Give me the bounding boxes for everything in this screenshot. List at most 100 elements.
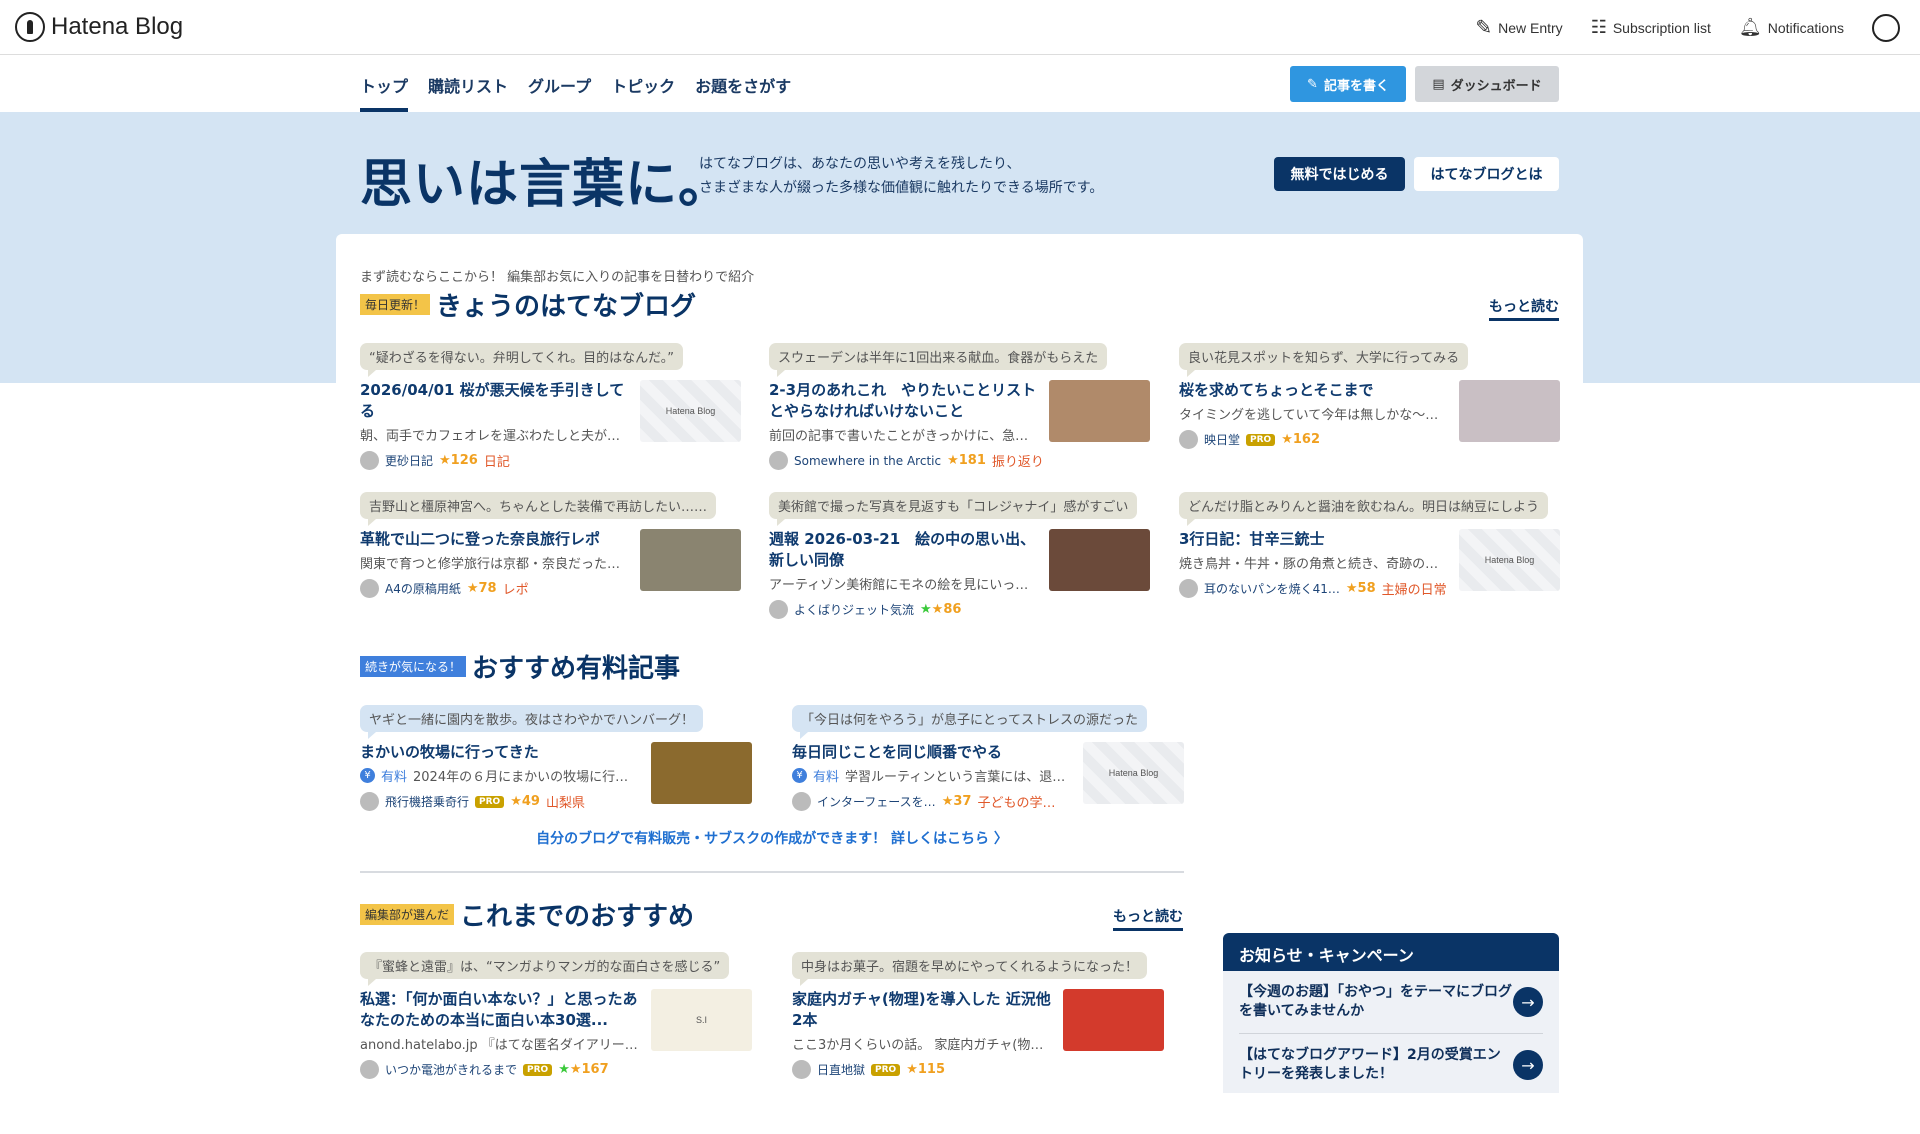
hatena-logo-icon — [15, 12, 45, 42]
section-title: きょうのはてなブログ — [436, 292, 697, 322]
today-heading: 毎日更新！ きょうのはてなブログ — [360, 286, 696, 323]
category-tag[interactable]: 振り返り — [992, 451, 1044, 470]
entry-thumbnail[interactable]: S.I — [651, 989, 752, 1051]
entry-title[interactable]: 革靴で山二つに登った奈良旅行レポ — [360, 529, 630, 550]
entry-comment-bubble: 吉野山と橿原神宮へ。ちゃんとした装備で再訪したい…… — [360, 492, 717, 526]
past-more-link[interactable]: もっと読む — [1113, 906, 1183, 931]
tab-subscriptions[interactable]: 購読リスト — [428, 56, 508, 112]
entry-thumbnail[interactable] — [1049, 380, 1150, 442]
entry-description: 関東で育つと修学旅行は京都・奈良だった… — [360, 557, 621, 572]
entry-description: タイミングを逃していて今年は無しかな〜… — [1179, 408, 1439, 423]
star-value: ★37 — [941, 794, 972, 809]
entry-thumbnail[interactable] — [1063, 989, 1164, 1051]
blog-name[interactable]: よくばりジェット気流 — [794, 601, 914, 618]
bell-icon: 🔔︎ — [1738, 17, 1762, 37]
past-heading: 編集部が選んだ これまでのおすすめ — [360, 896, 694, 933]
green-star-icon: ★ — [558, 1062, 570, 1077]
dashboard-icon: ▤ — [1432, 76, 1445, 92]
hero-desc-line: はてなブログは、あなたの思いや考えを残したり、 — [699, 156, 1021, 172]
entry-title[interactable]: 毎日同じことを同じ順番でやる — [792, 742, 1073, 763]
entry-title[interactable]: 私選：「何か面白い本ない？」と思ったあなたのための本当に面白い本30選... — [360, 989, 641, 1031]
entry-thumbnail[interactable] — [651, 742, 752, 804]
entry-meta: 映日堂 PRO ★162 — [1179, 430, 1449, 449]
category-tag[interactable]: レポ — [503, 579, 529, 598]
blog-name[interactable]: 日直地獄 — [817, 1061, 865, 1078]
notifications-label: Notifications — [1767, 19, 1844, 36]
blog-name[interactable]: Somewhere in the Arctic — [794, 454, 941, 468]
entry-meta: A4の原稿用紙 ★78 レポ — [360, 579, 630, 598]
about-hatena-blog-button[interactable]: はてなブログとは — [1414, 157, 1559, 191]
entry-comment-bubble: 良い花見スポットを知らず、大学に行ってみる — [1179, 343, 1469, 377]
subscription-icon: ☷ — [1590, 17, 1607, 37]
today-more-link[interactable]: もっと読む — [1489, 296, 1559, 321]
star-count: ★49 — [510, 794, 540, 809]
blog-name[interactable]: 耳のないパンを焼く41… — [1204, 580, 1340, 597]
entry-thumbnail[interactable] — [1049, 529, 1150, 591]
pencil-icon: ✎ — [1475, 17, 1493, 39]
user-menu-button[interactable] — [1872, 13, 1900, 42]
entry-thumbnail[interactable]: Hatena Blog — [1083, 742, 1184, 804]
tab-find-themes[interactable]: お題をさがす — [695, 56, 791, 112]
entry-title[interactable]: 週報 2026-03-21 絵の中の思い出、新しい同僚 — [769, 529, 1039, 571]
entry-description: アーティゾン美術館にモネの絵を見にいっ… — [769, 578, 1029, 593]
star-count: ★181 — [947, 453, 986, 468]
blog-name[interactable]: A4の原稿用紙 — [385, 580, 461, 597]
hatena-blog-logo[interactable]: Hatena Blog — [15, 12, 183, 42]
blog-avatar — [360, 579, 379, 598]
tab-top[interactable]: トップ — [360, 56, 409, 112]
write-article-button[interactable]: ✎ 記事を書く — [1290, 66, 1406, 102]
entry-thumbnail[interactable]: Hatena Blog — [1459, 529, 1560, 591]
blog-name[interactable]: いつか電池がきれるまで — [385, 1061, 517, 1078]
star-count: ★78 — [467, 581, 497, 596]
entry-card: 吉野山と橿原神宮へ。ちゃんとした装備で再訪したい…… 革靴で山二つに登った奈良旅行… — [360, 492, 741, 598]
subscription-list-button[interactable]: ☷ Subscription list — [1591, 17, 1711, 38]
subscription-label: Subscription list — [1612, 19, 1711, 36]
star-value: ★49 — [510, 794, 540, 809]
entry-thumbnail[interactable] — [1459, 380, 1560, 442]
entry-title[interactable]: 3行日記：甘辛三銃士 — [1179, 529, 1449, 550]
campaign-item[interactable]: 【はてなブログアワード】2月の受賞エントリーを発表しました！ → — [1239, 1034, 1543, 1093]
dashboard-button[interactable]: ▤ ダッシュボード — [1415, 66, 1559, 102]
entry-description: ここ3か月くらいの話。 家庭内ガチャ(物理)を… — [792, 1038, 1053, 1053]
user-avatar-icon — [1872, 13, 1900, 42]
blog-name[interactable]: インターフェースを… — [817, 793, 936, 810]
entry-thumbnail[interactable] — [640, 529, 741, 591]
paid-info-link[interactable]: 自分のブログで有料販売・サブスクの作成ができます！ 詳しくはこちら 〉 — [360, 828, 1184, 848]
tab-topics[interactable]: トピック — [611, 56, 675, 112]
blog-name[interactable]: 更砂日記 — [385, 452, 433, 469]
star-count: ★★86 — [920, 602, 961, 617]
entry-meta: 更砂日記 ★126 日記 — [360, 451, 630, 470]
thumbnail-text: Hatena Blog — [1484, 555, 1535, 565]
start-free-button[interactable]: 無料ではじめる — [1274, 157, 1405, 191]
entry-card: 良い花見スポットを知らず、大学に行ってみる桜を求めてちょっとそこまでタイミングを… — [1179, 343, 1560, 449]
category-tag[interactable]: 山梨県 — [546, 792, 585, 811]
blog-name[interactable]: 映日堂 — [1204, 431, 1240, 448]
new-entry-button[interactable]: ✎ New Entry — [1475, 15, 1562, 40]
star-value: ★162 — [1281, 432, 1320, 447]
blog-name[interactable]: 飛行機搭乗奇行 — [385, 793, 469, 810]
blog-avatar — [769, 451, 788, 470]
entry-meta: よくばりジェット気流 ★★86 — [769, 600, 1039, 619]
entry-title[interactable]: 家庭内ガチャ(物理)を導入した 近況他2本 — [792, 989, 1053, 1031]
entry-title[interactable]: 2026/04/01 桜が悪天候を手引きしてる — [360, 380, 630, 422]
tab-groups[interactable]: グループ — [528, 56, 591, 112]
entry-title[interactable]: まかいの牧場に行ってきた — [360, 742, 641, 763]
category-tag[interactable]: 子どもの学… — [977, 792, 1055, 811]
notifications-button[interactable]: 🔔︎ Notifications — [1739, 17, 1844, 38]
entry-description: 前回の記事で書いたことがきっかけに、急… — [769, 429, 1029, 444]
category-tag[interactable]: 主婦の日常 — [1382, 579, 1447, 598]
entry-thumbnail[interactable]: Hatena Blog — [640, 380, 741, 442]
logo-text: Hatena Blog — [51, 13, 184, 40]
thumbnail-text: S.I — [695, 1015, 707, 1025]
entry-title[interactable]: 桜を求めてちょっとそこまで — [1179, 380, 1449, 401]
category-tag[interactable]: 日記 — [484, 451, 510, 470]
entry-comment-bubble: 「今日は何をやろう」が息子にとってストレスの源だった — [792, 705, 1147, 739]
star-value: ★86 — [931, 602, 962, 617]
star-count: ★58 — [1346, 581, 1376, 596]
campaign-item[interactable]: 【今週のお題】「おやつ」をテーマにブログを書いてみませんか → — [1239, 971, 1543, 1034]
paid-label: 有料 — [381, 770, 408, 785]
entry-description: anond.hatelabo.jp 『はてな匿名ダイアリー』… — [360, 1038, 641, 1053]
write-label: 記事を書く — [1323, 78, 1389, 94]
entry-card: どんだけ脂とみりんと醤油を飲むねん。明日は納豆にしよう 3行日記：甘辛三銃士 焼き鳥… — [1179, 492, 1560, 598]
entry-title[interactable]: 2-3月のあれこれ やりたいことリストとやらなければいけないこと — [769, 380, 1039, 422]
